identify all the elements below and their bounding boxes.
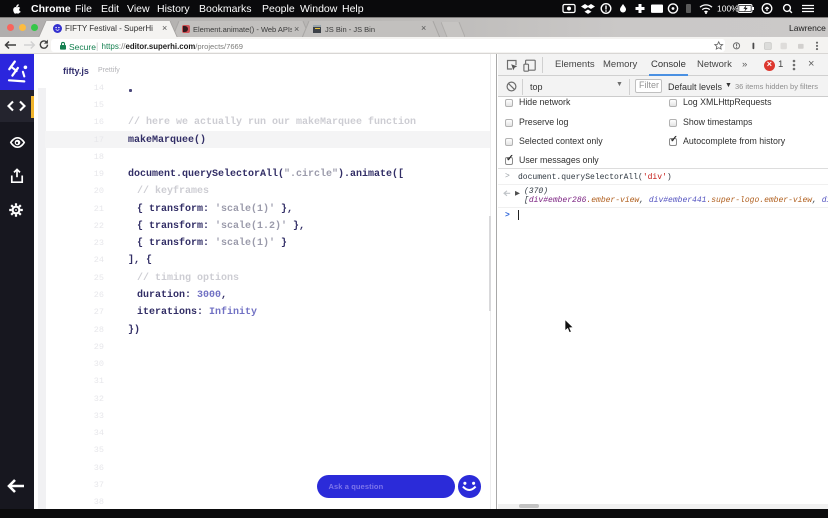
svg-text:100%: 100% [717,4,739,14]
